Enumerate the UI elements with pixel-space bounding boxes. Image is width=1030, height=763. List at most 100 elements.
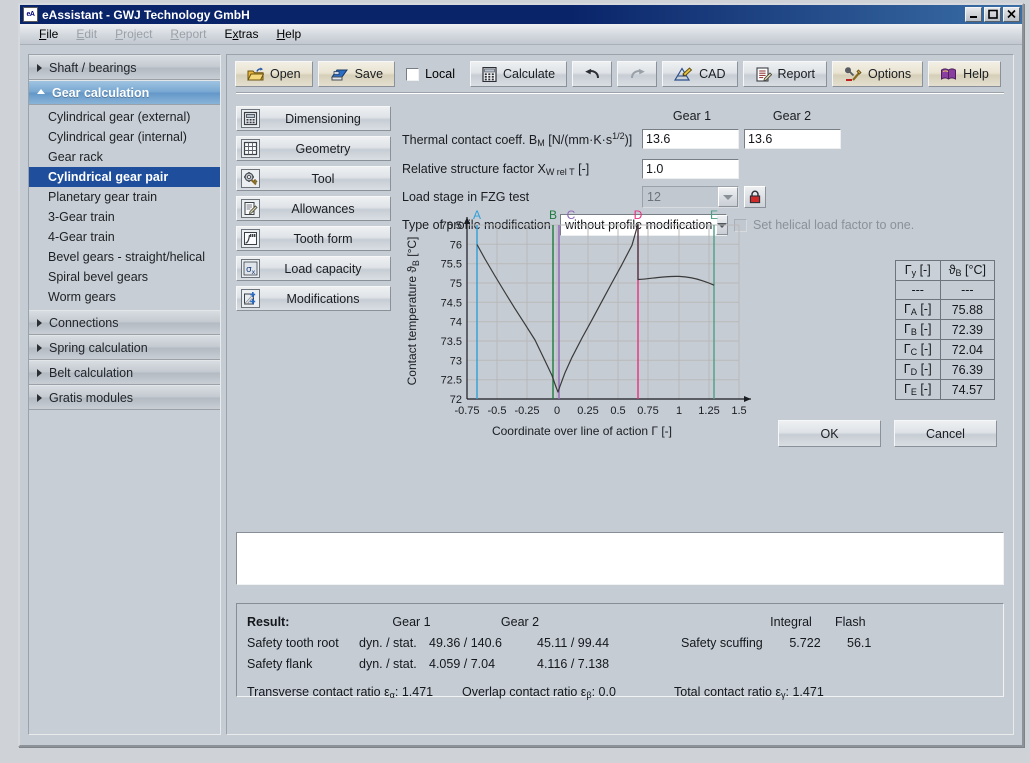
marker-label-C: C [567, 208, 576, 222]
notes-textarea[interactable] [236, 532, 1004, 585]
sidebar-group-gratis-modules[interactable]: Gratis modules [29, 385, 220, 410]
tab-load-capacity[interactable]: σx Load capacity [236, 256, 391, 281]
table-cell-label: --- [895, 281, 940, 300]
result-title: Result: [247, 615, 359, 629]
sidebar-item-planetary-gear-train[interactable]: Planetary gear train [29, 187, 220, 207]
thermal-gear1-input[interactable]: 13.6 [642, 129, 739, 149]
ok-button[interactable]: OK [778, 420, 881, 447]
result-flash-header: Flash [822, 615, 882, 629]
tab-tooth-form-label: Tooth form [260, 232, 390, 246]
tab-dimensioning-label: Dimensioning [260, 112, 390, 126]
close-button[interactable] [1003, 7, 1020, 22]
sidebar-item-bevel-gears[interactable]: Bevel gears - straight/helical [29, 247, 220, 267]
calculator-icon [482, 67, 497, 82]
cad-button-label: CAD [699, 67, 725, 81]
modifications-icon [241, 289, 260, 308]
tooth-form-icon [241, 229, 260, 248]
svg-text:0.5: 0.5 [610, 405, 625, 417]
sidebar-item-cylindrical-gear-internal[interactable]: Cylindrical gear (internal) [29, 127, 220, 147]
menu-report[interactable]: Report [161, 25, 215, 43]
sidebar-item-spiral-bevel-gears[interactable]: Spiral bevel gears [29, 267, 220, 287]
sidebar-item-3-gear-train[interactable]: 3-Gear train [29, 207, 220, 227]
menu-extras[interactable]: Extras [215, 25, 267, 43]
report-button-label: Report [778, 67, 816, 81]
cad-button[interactable]: CAD [662, 61, 737, 87]
open-button[interactable]: Open [235, 61, 313, 87]
tab-allowances[interactable]: Allowances [236, 196, 391, 221]
marker-label-E: E [710, 208, 718, 222]
minimize-button[interactable] [965, 7, 982, 22]
sidebar-item-4-gear-train[interactable]: 4-Gear train [29, 227, 220, 247]
table-row: ΓC [-] 72.04 [895, 340, 994, 360]
options-button[interactable]: Options [832, 61, 923, 87]
menu-project[interactable]: Project [106, 25, 161, 43]
thermal-gear2-input[interactable]: 13.6 [744, 129, 841, 149]
safety-flank-gear2: 4.116 / 7.138 [537, 657, 681, 671]
cancel-button[interactable]: Cancel [894, 420, 997, 447]
chevron-right-icon [37, 64, 42, 72]
table-row: ΓE [-] 74.57 [895, 380, 994, 400]
sidebar-item-cylindrical-gear-external[interactable]: Cylindrical gear (external) [29, 107, 220, 127]
thermal-contact-label: Thermal contact coeff. BM [N/(mm·K·s1/2)… [402, 131, 642, 148]
structure-factor-input[interactable]: 1.0 [642, 159, 739, 179]
chevron-up-icon [37, 89, 45, 94]
tab-dimensioning[interactable]: Dimensioning [236, 106, 391, 131]
table-cell-label: ΓB [-] [895, 320, 940, 340]
report-button[interactable]: Report [743, 61, 828, 87]
local-checkbox[interactable] [406, 68, 419, 81]
tab-tool[interactable]: Tool [236, 166, 391, 191]
table-row: ΓA [-] 75.88 [895, 300, 994, 320]
sidebar-item-worm-gears[interactable]: Worm gears [29, 287, 220, 307]
table-header-row: Γy [-] ϑB [°C] [895, 261, 994, 281]
tab-modifications[interactable]: Modifications [236, 286, 391, 311]
scuffing-flash-value: 56.1 [834, 636, 894, 650]
tab-tooth-form[interactable]: Tooth form [236, 226, 391, 251]
chart-x-axis-title: Coordinate over line of action Γ [-] [492, 424, 672, 438]
save-button[interactable]: Save [318, 61, 396, 87]
maximize-button[interactable] [984, 7, 1001, 22]
tab-load-capacity-label: Load capacity [260, 262, 390, 276]
sidebar-group-connections[interactable]: Connections [29, 310, 220, 335]
menu-edit[interactable]: Edit [67, 25, 106, 43]
marker-label-D: D [634, 208, 643, 222]
table-cell-label: ΓE [-] [895, 380, 940, 400]
sidebar: Shaft / bearings Gear calculation Cylind… [28, 54, 221, 735]
overlap-contact-ratio: Overlap contact ratio εβ: 0.0 [462, 685, 674, 700]
tool-gear-icon [241, 169, 260, 188]
tab-geometry[interactable]: Geometry [236, 136, 391, 161]
sigma-x-icon: σx [241, 259, 260, 278]
help-button[interactable]: Help [928, 61, 1001, 87]
allowances-icon [241, 199, 260, 218]
window-title: eAssistant - GWJ Technology GmbH [42, 8, 250, 22]
undo-button[interactable] [572, 61, 612, 87]
safety-flank-mode: dyn. / stat. [359, 657, 429, 671]
report-document-icon [755, 67, 772, 82]
sidebar-item-cylindrical-gear-pair[interactable]: Cylindrical gear pair [29, 167, 220, 187]
sidebar-group-spring-calculation[interactable]: Spring calculation [29, 335, 220, 360]
undo-arrow-icon [584, 68, 601, 81]
sidebar-group-label: Gear calculation [52, 86, 149, 100]
save-disk-icon [330, 67, 349, 82]
sidebar-group-belt-calculation[interactable]: Belt calculation [29, 360, 220, 385]
local-checkbox-wrap[interactable]: Local [400, 67, 465, 81]
menu-file[interactable]: FFileile [30, 25, 67, 43]
svg-text:75: 75 [450, 278, 462, 290]
svg-text:1.5: 1.5 [731, 405, 746, 417]
sidebar-group-gear-calculation[interactable]: Gear calculation [29, 80, 220, 105]
safety-flank-label: Safety flank [247, 657, 359, 671]
calculate-button[interactable]: Calculate [470, 61, 567, 87]
redo-button[interactable] [617, 61, 657, 87]
sidebar-item-gear-rack[interactable]: Gear rack [29, 147, 220, 167]
menu-help[interactable]: Help [267, 25, 310, 43]
fzg-load-stage-label: Load stage in FZG test [402, 190, 642, 204]
padlock-icon [748, 190, 762, 204]
safety-tooth-root-row: Safety tooth root dyn. / stat. 49.36 / 1… [247, 632, 993, 653]
sidebar-group-label: Shaft / bearings [49, 61, 137, 75]
cad-drafting-icon [674, 67, 693, 82]
sidebar-group-shaft-bearings[interactable]: Shaft / bearings [29, 55, 220, 80]
chart-x-tick-labels: -0.75 -0.5 -0.25 0 0.25 0.5 0.75 1 1.25 … [454, 405, 746, 417]
safety-flank-gear1: 4.059 / 7.04 [429, 657, 537, 671]
svg-text:-0.75: -0.75 [454, 405, 479, 417]
safety-tooth-root-gear1: 49.36 / 140.6 [429, 636, 537, 650]
svg-text:76: 76 [450, 239, 462, 251]
